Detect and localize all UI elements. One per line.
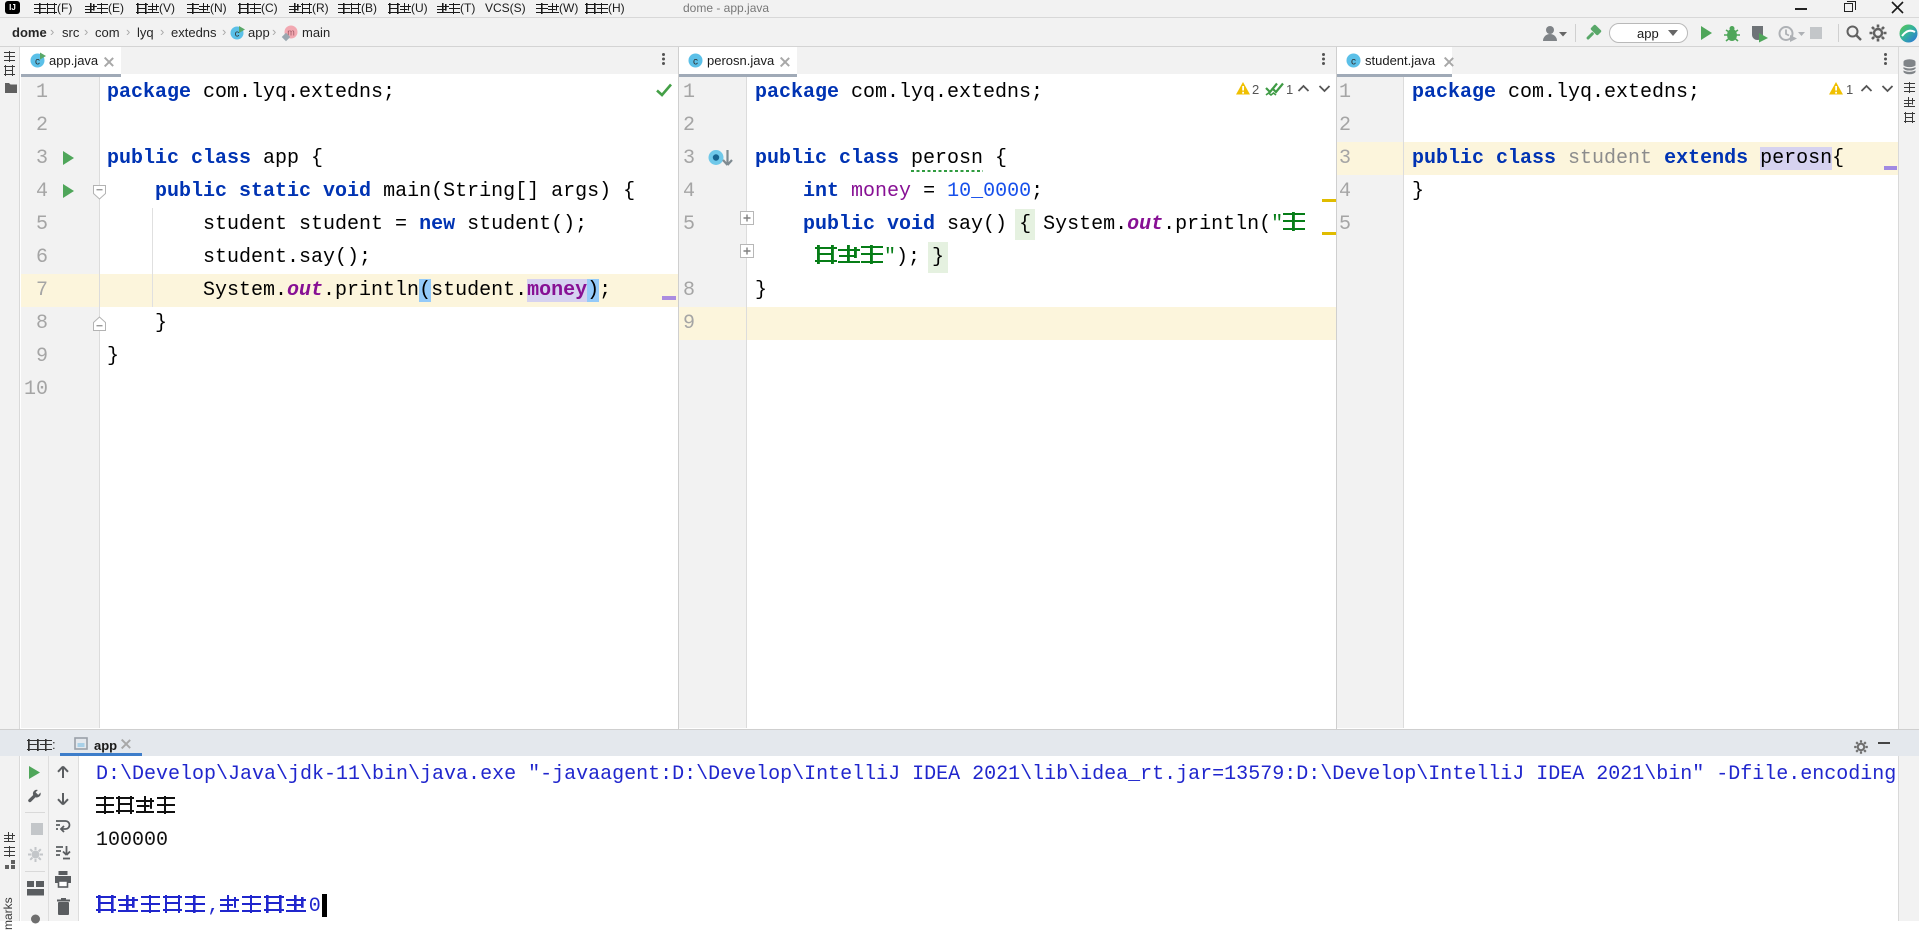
svg-text:c: c (35, 57, 40, 68)
svg-text:c: c (1351, 57, 1356, 68)
svg-text:c: c (693, 57, 698, 68)
